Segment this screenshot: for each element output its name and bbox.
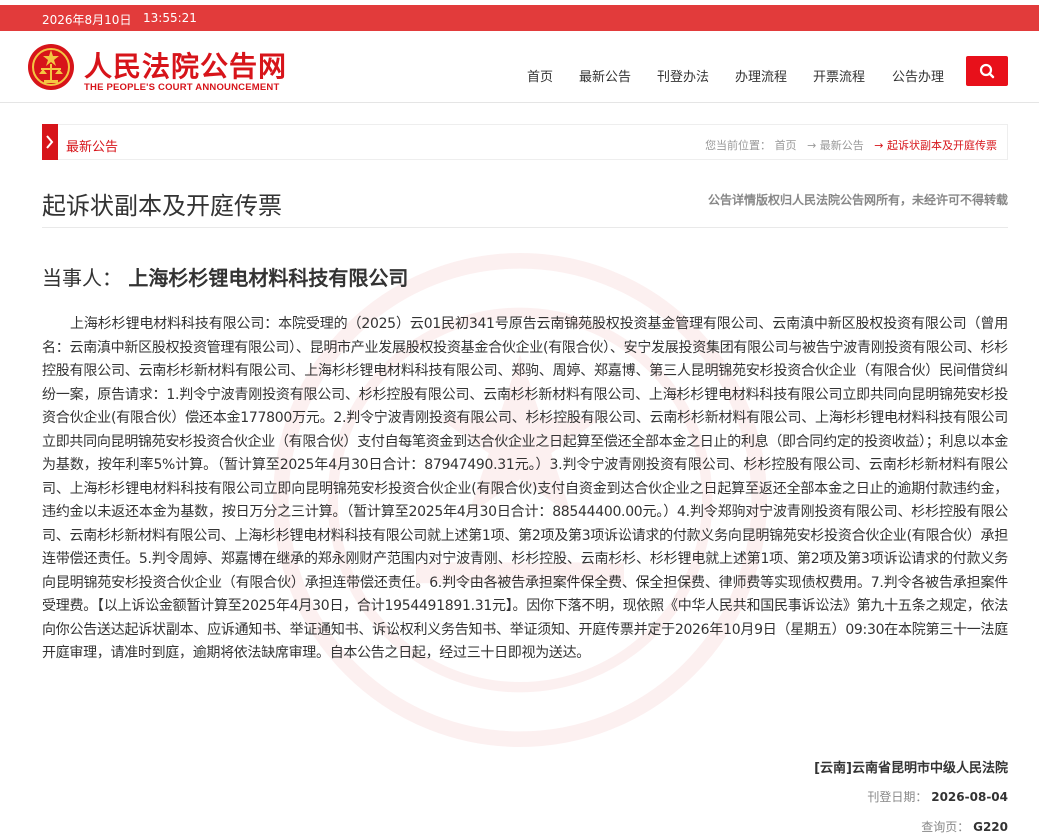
publish-date-label: 刊登日期： <box>867 790 928 804</box>
site-header: 人民法院公告网 THE PEOPLE'S COURT ANNOUNCEMENT … <box>0 31 1039 103</box>
site-name-cn[interactable]: 人民法院公告网 <box>84 45 287 85</box>
breadcrumb-prefix: 您当前位置： <box>705 139 772 152</box>
title-divider <box>42 227 1008 228</box>
party-label: 当事人： <box>42 266 122 290</box>
announcement-body: 上海杉杉锂电材料科技有限公司：本院受理的（2025）云01民初341号原告云南锦… <box>42 316 1008 661</box>
page-code-row: 查询页： G220 <box>921 818 1008 835</box>
breadcrumb-bar: 最新公告 您当前位置： 首页 → 最新公告 → 起诉状副本及开庭传票 <box>42 124 1008 160</box>
nav-publish-method[interactable]: 刊登办法 <box>657 66 709 85</box>
breadcrumb-home[interactable]: 首页 <box>775 139 797 152</box>
nav-process[interactable]: 办理流程 <box>735 66 787 85</box>
search-icon <box>979 63 995 79</box>
nav-home[interactable]: 首页 <box>527 66 553 85</box>
current-date: 2026年8月10日 <box>42 13 132 27</box>
nav-invoice-process[interactable]: 开票流程 <box>813 66 865 85</box>
nav-announcement-handling[interactable]: 公告办理 <box>892 66 944 85</box>
copyright-notice: 公告详情版权归人民法院公告网所有，未经许可不得转载 <box>707 193 1008 207</box>
section-marker <box>42 124 58 160</box>
page-code-label: 查询页： <box>921 820 970 834</box>
page-code: G220 <box>973 820 1008 834</box>
chevron-right-icon <box>46 135 54 149</box>
breadcrumb-latest[interactable]: → 最新公告 <box>807 139 864 152</box>
publish-date-row: 刊登日期： 2026-08-04 <box>867 788 1008 805</box>
publish-date: 2026-08-04 <box>931 790 1008 804</box>
court-emblem-icon[interactable] <box>26 42 76 92</box>
current-time: 13:55:21 <box>143 11 197 25</box>
nav-latest[interactable]: 最新公告 <box>579 66 631 85</box>
issuing-court: [云南]云南省昆明市中级人民法院 <box>814 761 1008 776</box>
breadcrumb-current: → 起诉状副本及开庭传票 <box>874 139 997 152</box>
site-name-en: THE PEOPLE'S COURT ANNOUNCEMENT <box>84 82 280 93</box>
page-title: 起诉状副本及开庭传票 <box>42 192 282 220</box>
search-button[interactable] <box>966 56 1008 86</box>
top-bar: 2026年8月10日 13:55:21 <box>0 5 1039 31</box>
breadcrumb: 您当前位置： 首页 → 最新公告 → 起诉状副本及开庭传票 <box>705 137 997 153</box>
party-line: 当事人： 上海杉杉锂电材料科技有限公司 <box>42 262 408 291</box>
party-name: 上海杉杉锂电材料科技有限公司 <box>128 266 409 290</box>
section-label: 最新公告 <box>66 140 119 155</box>
